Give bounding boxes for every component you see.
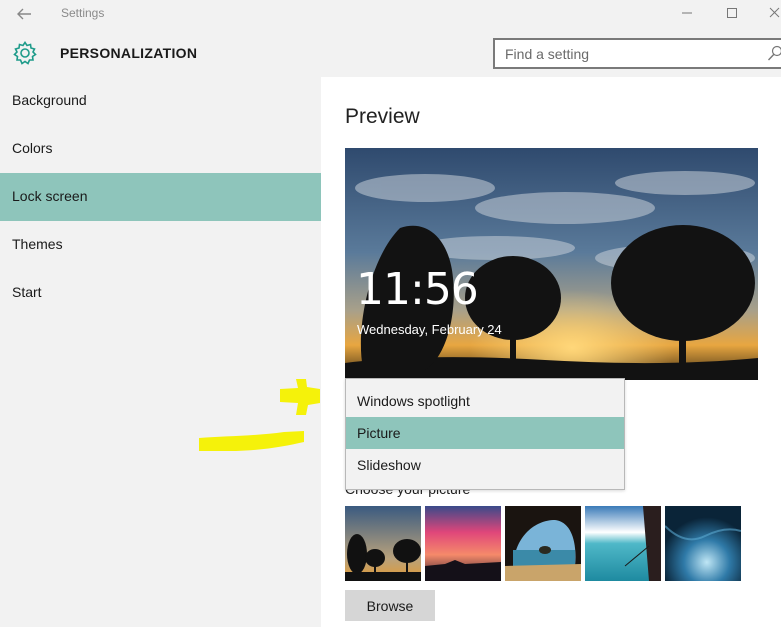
thumbnail-ice-cave[interactable] [665, 506, 741, 581]
close-icon[interactable] [765, 3, 781, 23]
gear-icon [12, 40, 38, 66]
settings-header: PERSONALIZATION Find a setting [0, 28, 781, 77]
sidebar-item-themes[interactable]: Themes [0, 221, 321, 269]
lock-screen-time: 11:56 [356, 264, 479, 315]
sidebar-item-label: Colors [12, 140, 53, 156]
back-arrow-icon[interactable] [12, 4, 36, 24]
background-type-dropdown[interactable]: Windows spotlight Picture Slideshow [345, 378, 625, 490]
thumbnail-turquoise-sea[interactable] [585, 506, 661, 581]
annotation-arrow-mark [276, 375, 324, 424]
sidebar-item-lock-screen[interactable]: Lock screen [0, 173, 321, 221]
thumbnail-cave-beach[interactable] [505, 506, 581, 581]
sidebar: Background Colors Lock screen Themes Sta… [0, 77, 321, 627]
dropdown-option-label: Windows spotlight [357, 393, 470, 409]
dropdown-option-label: Picture [357, 425, 401, 441]
browse-button[interactable]: Browse [345, 590, 435, 621]
dropdown-option-windows-spotlight[interactable]: Windows spotlight [346, 385, 624, 417]
thumbnail-pink-sky[interactable] [425, 506, 501, 581]
dropdown-option-label: Slideshow [357, 457, 421, 473]
sidebar-item-label: Start [12, 284, 42, 300]
sidebar-item-label: Lock screen [12, 188, 88, 204]
dropdown-option-slideshow[interactable]: Slideshow [346, 449, 624, 481]
lock-screen-date: Wednesday, February 24 [357, 322, 502, 337]
thumbnail-sunset-trees[interactable] [345, 506, 421, 581]
sidebar-item-colors[interactable]: Colors [0, 125, 321, 173]
sidebar-item-background[interactable]: Background [0, 77, 321, 125]
sidebar-item-start[interactable]: Start [0, 269, 321, 317]
preview-heading: Preview [345, 105, 420, 128]
search-input[interactable]: Find a setting [493, 38, 781, 69]
browse-button-label: Browse [366, 598, 414, 614]
window-title: Settings [61, 6, 105, 20]
search-icon[interactable] [767, 45, 781, 63]
sidebar-item-label: Themes [12, 236, 63, 252]
maximize-icon[interactable] [721, 3, 743, 23]
annotation-stroke-mark [196, 426, 308, 459]
minimize-icon[interactable] [676, 3, 698, 23]
main-content: Preview 11:56 Wednesday, February 24 Win… [321, 77, 781, 627]
title-bar: Settings [0, 0, 781, 28]
lock-screen-preview: 11:56 Wednesday, February 24 [345, 148, 758, 380]
dropdown-option-picture[interactable]: Picture [346, 417, 624, 449]
search-placeholder: Find a setting [505, 46, 590, 62]
sidebar-item-label: Background [12, 92, 87, 108]
section-title: PERSONALIZATION [60, 45, 198, 61]
